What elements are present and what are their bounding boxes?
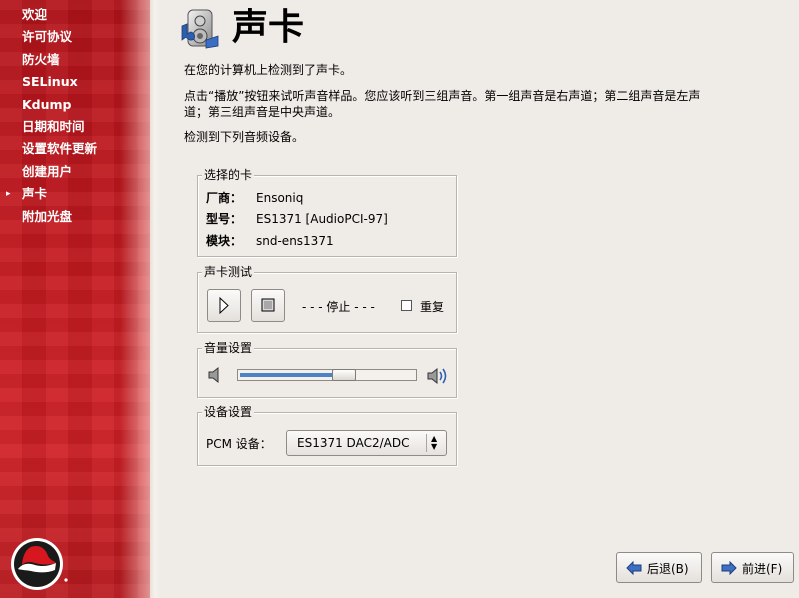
sidebar-item-selinux[interactable]: SELinux (0, 71, 150, 93)
sound-test-legend: 声卡测试 (202, 264, 255, 280)
sidebar-item-license[interactable]: 许可协议 (0, 26, 150, 48)
sidebar-nav: 欢迎 许可协议 防火墙 SELinux Kdump 日期和时间 设置软件更新 创… (0, 4, 150, 228)
sidebar-item-label: SELinux (22, 74, 78, 90)
volume-slider-thumb[interactable] (332, 369, 356, 381)
sidebar-item-label: 设置软件更新 (22, 141, 98, 157)
sidebar-item-soundcard[interactable]: ▸ 声卡 (0, 183, 150, 205)
play-button[interactable] (207, 289, 241, 322)
speaker-high-icon (427, 367, 447, 385)
playback-status: - - - 停止 - - - (302, 300, 375, 314)
select-separator (426, 434, 427, 452)
pcm-device-label: PCM 设备： (206, 437, 272, 451)
sidebar-item-firewall[interactable]: 防火墙 (0, 49, 150, 71)
vendor-value: Ensoniq (256, 191, 304, 205)
stop-icon (261, 298, 275, 312)
selected-card-frame: 选择的卡 厂商： Ensoniq 型号： ES1371 [AudioPCI-97] … (197, 167, 457, 257)
detected-text: 在您的计算机上检测到了声卡。 (184, 63, 353, 77)
sidebar-item-datetime[interactable]: 日期和时间 (0, 116, 150, 138)
sound-test-frame: 声卡测试 - - - 停止 - - - 重复 (197, 264, 457, 333)
model-value: ES1371 [AudioPCI-97] (256, 212, 388, 226)
pcm-device-select[interactable]: ES1371 DAC2/ADC ▲ ▼ (286, 430, 447, 456)
volume-slider[interactable] (237, 369, 417, 381)
current-step-arrow-icon: ▸ (6, 189, 11, 200)
sidebar-item-additional-cds[interactable]: 附加光盘 (0, 206, 150, 228)
volume-slider-fill (240, 373, 344, 377)
vendor-row: 厂商： Ensoniq (206, 190, 303, 206)
model-label: 型号： (206, 212, 243, 226)
repeat-label[interactable]: 重复 (420, 298, 444, 315)
selected-card-legend: 选择的卡 (202, 167, 255, 183)
device-settings-frame: 设备设置 PCM 设备： ES1371 DAC2/ADC ▲ ▼ (197, 404, 457, 466)
sidebar-item-create-user[interactable]: 创建用户 (0, 161, 150, 183)
select-updown-icon: ▲ ▼ (431, 434, 438, 451)
sidebar-item-label: 防火墙 (22, 51, 60, 67)
sidebar-item-label: Kdump (22, 96, 72, 112)
back-arrow-icon (626, 561, 642, 575)
sidebar-item-label: 创建用户 (22, 163, 73, 179)
module-label: 模块： (206, 234, 243, 248)
sidebar-item-kdump[interactable]: Kdump (0, 94, 150, 116)
sidebar-item-software-updates[interactable]: 设置软件更新 (0, 138, 150, 160)
stop-button[interactable] (251, 289, 285, 322)
device-settings-legend: 设备设置 (202, 404, 255, 420)
sidebar-item-label: 声卡 (22, 186, 48, 202)
sidebar-item-label: 附加光盘 (22, 208, 73, 224)
next-arrow-icon (721, 561, 737, 575)
sidebar-item-label: 许可协议 (22, 29, 73, 45)
module-value: snd-ens1371 (256, 234, 334, 248)
sidebar-item-welcome[interactable]: 欢迎 (0, 4, 150, 26)
next-button[interactable]: 前进(F) (711, 552, 794, 583)
model-row: 型号： ES1371 [AudioPCI-97] (206, 211, 388, 227)
back-button-label: 后退(B) (647, 562, 689, 576)
volume-frame: 音量设置 (197, 340, 457, 398)
volume-legend: 音量设置 (202, 340, 255, 356)
back-button[interactable]: 后退(B) (616, 552, 702, 583)
module-row: 模块： snd-ens1371 (206, 233, 334, 249)
devices-text: 检测到下列音频设备。 (184, 130, 305, 144)
next-button-label: 前进(F) (742, 562, 783, 576)
sidebar: 欢迎 许可协议 防火墙 SELinux Kdump 日期和时间 设置软件更新 创… (0, 0, 160, 598)
vendor-label: 厂商： (206, 191, 243, 205)
soundcard-speaker-icon (181, 9, 219, 49)
sidebar-item-label: 日期和时间 (22, 118, 85, 134)
instructions-text: 点击“播放”按钮来试听声音样品。您应该听到三组声音。第一组声音是右声道；第二组声… (184, 89, 701, 119)
redhat-logo-icon (11, 538, 68, 590)
speaker-low-icon (208, 366, 219, 384)
play-icon (219, 296, 229, 315)
sidebar-item-label: 欢迎 (22, 7, 48, 22)
repeat-checkbox[interactable] (401, 300, 412, 311)
pcm-device-value: ES1371 DAC2/ADC (297, 436, 410, 450)
page-title: 声卡 (232, 7, 305, 48)
